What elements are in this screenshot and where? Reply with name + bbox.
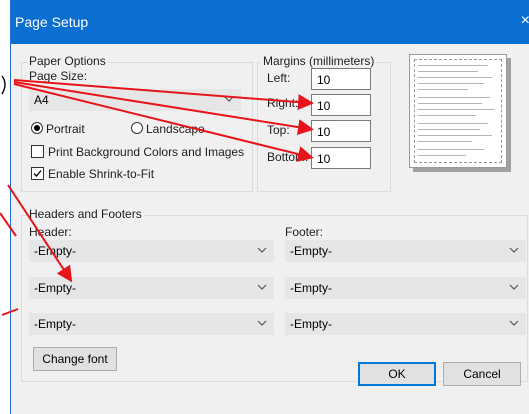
landscape-radio[interactable] — [131, 122, 143, 134]
header-label: Header: — [29, 225, 72, 239]
print-background-checkbox[interactable] — [31, 145, 44, 158]
margin-right-label: Right: — [267, 96, 299, 110]
margin-left-value: 10 — [317, 73, 331, 87]
chevron-down-icon — [257, 284, 267, 290]
preview-text-line — [418, 141, 472, 142]
margin-bottom-label: Bottom: — [267, 150, 309, 164]
landscape-label[interactable]: Landscape — [146, 122, 205, 136]
preview-text-line — [418, 71, 478, 72]
print-background-label[interactable]: Print Background Colors and Images — [48, 145, 244, 159]
chevron-down-icon — [224, 96, 234, 102]
portrait-radio[interactable] — [31, 122, 43, 134]
radio-selected-dot — [34, 125, 40, 131]
preview-text-line — [418, 65, 488, 66]
margin-left-label: Left: — [267, 71, 291, 85]
margin-top-label: Top: — [267, 123, 290, 137]
preview-text-line — [418, 129, 480, 130]
preview-text-line — [418, 77, 492, 78]
chevron-down-icon — [257, 320, 267, 326]
preview-text-line — [418, 103, 482, 104]
preview-text-line — [418, 149, 484, 150]
footer-right-value: -Empty- — [290, 317, 332, 331]
margin-bottom-value: 10 — [317, 152, 331, 166]
preview-text-line — [418, 97, 490, 98]
paper-options-legend: Paper Options — [27, 54, 108, 68]
page-size-select[interactable]: A4 — [29, 89, 241, 111]
preview-text-line — [418, 89, 468, 90]
margin-right-value: 10 — [317, 99, 331, 113]
header-center-select[interactable]: -Empty- — [29, 277, 274, 299]
preview-text-line — [418, 109, 494, 110]
preview-text-line — [418, 115, 476, 116]
left-edge-remnant — [1, 75, 6, 95]
footer-left-select[interactable]: -Empty- — [285, 240, 526, 262]
footer-center-value: -Empty- — [290, 281, 332, 295]
margin-top-value: 10 — [317, 125, 331, 139]
preview-margin-guide — [414, 59, 502, 163]
margins-legend: Margins (millimeters) — [261, 54, 377, 68]
page-size-value: A4 — [34, 93, 49, 107]
header-left-select[interactable]: -Empty- — [29, 240, 274, 262]
margin-top-input[interactable]: 10 — [311, 120, 371, 142]
change-font-button[interactable]: Change font — [33, 347, 117, 371]
shrink-to-fit-checkbox[interactable] — [31, 167, 44, 180]
screenshot-stage: Page Setup × Paper Options Page Size: A4… — [0, 0, 529, 414]
chevron-down-icon — [257, 247, 267, 253]
header-center-value: -Empty- — [34, 281, 76, 295]
ok-button[interactable]: OK — [358, 362, 436, 386]
preview-text-line — [418, 135, 492, 136]
footer-right-select[interactable]: -Empty- — [285, 313, 526, 335]
preview-paper — [409, 54, 507, 168]
page-setup-dialog: Page Setup × Paper Options Page Size: A4… — [10, 0, 529, 414]
portrait-label[interactable]: Portrait — [46, 122, 85, 136]
title-bar: Page Setup × — [11, 0, 529, 44]
margin-right-input[interactable]: 10 — [311, 94, 371, 116]
dialog-title: Page Setup — [15, 14, 89, 30]
footer-left-value: -Empty- — [290, 244, 332, 258]
shrink-to-fit-label[interactable]: Enable Shrink-to-Fit — [48, 167, 154, 181]
checkmark-icon — [33, 170, 42, 177]
footer-center-select[interactable]: -Empty- — [285, 277, 526, 299]
margin-bottom-input[interactable]: 10 — [311, 147, 371, 169]
margin-left-input[interactable]: 10 — [311, 68, 371, 90]
chevron-down-icon — [509, 247, 519, 253]
preview-text-line — [418, 83, 484, 84]
close-icon[interactable]: × — [520, 12, 529, 30]
header-right-select[interactable]: -Empty- — [29, 313, 274, 335]
header-right-value: -Empty- — [34, 317, 76, 331]
chevron-down-icon — [509, 320, 519, 326]
headers-footers-legend: Headers and Footers — [27, 207, 144, 221]
cancel-button[interactable]: Cancel — [443, 362, 521, 386]
preview-text-line — [418, 123, 488, 124]
preview-text-line — [418, 155, 466, 156]
chevron-down-icon — [509, 284, 519, 290]
footer-label: Footer: — [285, 225, 324, 239]
header-left-value: -Empty- — [34, 244, 76, 258]
page-preview — [401, 48, 513, 172]
page-size-label: Page Size: — [29, 69, 88, 83]
